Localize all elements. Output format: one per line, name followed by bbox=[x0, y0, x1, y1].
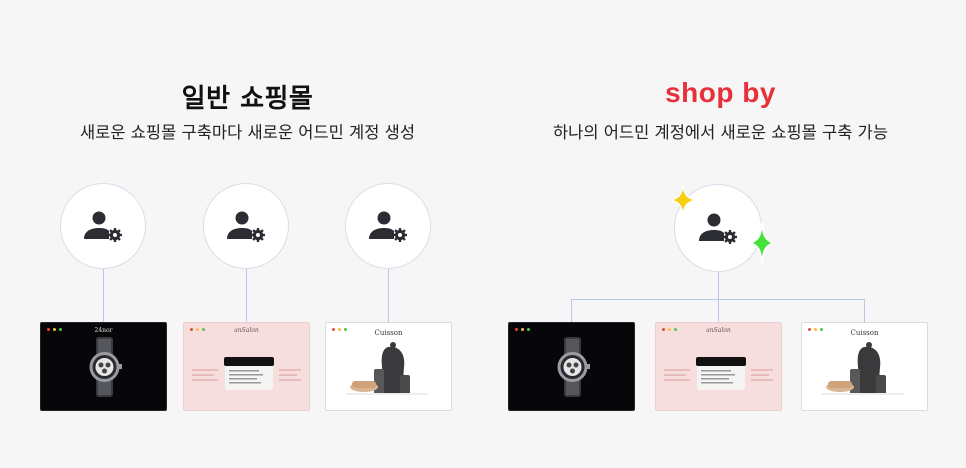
connector-line bbox=[246, 269, 247, 322]
connector-line bbox=[388, 269, 389, 322]
watch-image bbox=[89, 337, 122, 397]
cosmetic-jar-image bbox=[664, 357, 773, 390]
user-gear-icon bbox=[369, 211, 407, 242]
admin-account-circle bbox=[345, 183, 431, 269]
cosmetic-shop-thumbnail: anSalon bbox=[655, 322, 782, 411]
kitchen-shop-thumbnail: Cuisson bbox=[325, 322, 452, 411]
watch-shop-thumbnail bbox=[508, 322, 635, 411]
connector-line bbox=[571, 299, 572, 322]
kitchenware-image bbox=[346, 342, 428, 395]
connector-line bbox=[103, 269, 104, 322]
user-gear-icon bbox=[84, 211, 122, 242]
regular-shop-title: 일반 쇼핑몰 bbox=[181, 84, 314, 114]
shopby-title: shop by bbox=[665, 77, 776, 108]
shopby-subtitle: 하나의 어드민 계정에서 새로운 쇼핑몰 구축 가능 bbox=[552, 123, 889, 142]
watch-image bbox=[557, 337, 590, 397]
connector-line bbox=[718, 272, 719, 299]
regular-shop-panel: 일반 쇼핑몰 새로운 쇼핑몰 구축마다 새로운 어드민 계정 생성 24nor … bbox=[0, 0, 495, 468]
admin-account-circle bbox=[203, 183, 289, 269]
regular-shop-subtitle: 새로운 쇼핑몰 구축마다 새로운 어드민 계정 생성 bbox=[79, 123, 416, 142]
kitchenware-image bbox=[822, 342, 904, 395]
shopby-panel: shop by 하나의 어드민 계정에서 새로운 쇼핑몰 구축 가능 anSal… bbox=[475, 0, 966, 468]
connector-line bbox=[864, 299, 865, 322]
kitchen-shop-thumbnail: Cuisson bbox=[801, 322, 928, 411]
sparkle-icon bbox=[669, 184, 697, 216]
watch-shop-thumbnail: 24nor bbox=[40, 322, 167, 411]
user-gear-icon bbox=[699, 213, 737, 244]
cosmetic-shop-thumbnail: anSalon bbox=[183, 322, 310, 411]
connector-line bbox=[718, 299, 719, 322]
user-gear-icon bbox=[227, 211, 265, 242]
cosmetic-jar-image bbox=[192, 357, 301, 390]
sparkle-icon bbox=[750, 222, 774, 264]
admin-account-circle bbox=[60, 183, 146, 269]
